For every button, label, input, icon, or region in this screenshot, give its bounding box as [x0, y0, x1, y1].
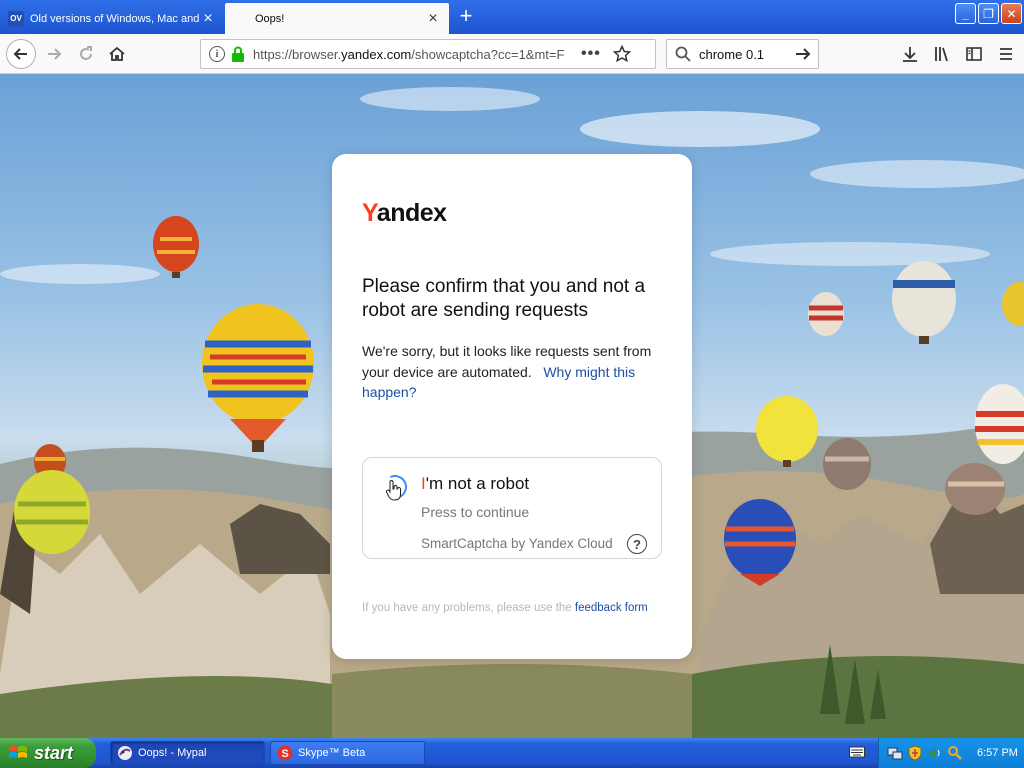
page-description: We're sorry, but it looks like requests … [362, 343, 652, 400]
not-a-robot-checkbox[interactable]: I'm not a robot Press to continue SmartC… [362, 457, 662, 559]
svg-text:S: S [281, 748, 288, 760]
search-input[interactable]: chrome 0.1 [699, 47, 794, 62]
search-tray-icon[interactable] [947, 745, 963, 761]
feedback-note: If you have any problems, please use the… [362, 602, 648, 614]
search-go-arrow-icon[interactable] [794, 45, 812, 63]
new-tab-button[interactable]: + [455, 5, 477, 27]
windows-flag-icon [9, 746, 27, 758]
not-a-robot-label: I'm not a robot [421, 474, 530, 493]
page-heading: Please confirm that you and not a robot … [362, 276, 646, 321]
network-icon[interactable] [887, 745, 903, 761]
yandex-logo: Yandex [362, 199, 447, 227]
library-button[interactable] [930, 40, 954, 68]
download-icon [903, 47, 917, 62]
taskbar-item-mypal[interactable]: Oops! - Mypal [110, 741, 265, 765]
menu-button[interactable] [994, 40, 1018, 68]
home-button[interactable] [103, 40, 131, 68]
site-info-icon[interactable]: i [209, 46, 225, 62]
volume-icon[interactable] [927, 745, 943, 761]
hand-cursor-icon [385, 480, 401, 501]
bookmark-star-icon[interactable] [612, 45, 631, 63]
captcha-card: Yandex Please confirm that you and not a… [332, 154, 692, 659]
feedback-form-link[interactable]: feedback form [575, 602, 648, 614]
search-icon [675, 46, 691, 62]
press-to-continue-text: Press to continue [421, 504, 530, 520]
forward-arrow-icon [48, 48, 62, 60]
security-shield-icon[interactable] [907, 745, 923, 761]
navigation-toolbar: i https://browser.yandex.com/showcaptcha… [0, 34, 1024, 74]
close-tab-icon[interactable]: × [425, 10, 441, 27]
clock: 6:57 PM [977, 747, 1018, 759]
start-button[interactable]: start [0, 738, 96, 768]
taskbar-item-label: Oops! - Mypal [138, 747, 207, 759]
sidebar-icon [966, 47, 982, 61]
minimize-button[interactable]: _ [955, 3, 976, 24]
close-tab-icon[interactable]: × [200, 10, 216, 27]
toolbar-icons [898, 40, 1018, 68]
address-bar[interactable]: i https://browser.yandex.com/showcaptcha… [200, 39, 656, 69]
page-actions-icon[interactable]: ••• [581, 45, 601, 63]
start-label: start [34, 742, 74, 763]
hamburger-menu-icon [1000, 48, 1012, 60]
url-text: https://browser.yandex.com/showcaptcha?c… [253, 46, 565, 62]
reload-icon [80, 46, 92, 60]
keyboard-layout-icon[interactable] [849, 745, 865, 759]
taskbar-item-label: Skype™ Beta [298, 747, 366, 759]
oldversion-favicon-icon: OV [8, 10, 24, 27]
back-button[interactable] [6, 39, 36, 69]
library-icon [935, 47, 948, 62]
window-controls: _ ❐ ✕ [955, 3, 1022, 24]
sidebar-button[interactable] [962, 40, 986, 68]
reload-button[interactable] [72, 40, 100, 68]
help-question-icon[interactable]: ? [627, 534, 647, 554]
restore-button[interactable]: ❐ [978, 3, 999, 24]
tab-strip: OV Old versions of Windows, Mac and × Oo… [0, 0, 1024, 34]
forward-button[interactable] [40, 40, 68, 68]
taskbar-item-skype[interactable]: S Skype™ Beta [270, 741, 425, 765]
downloads-button[interactable] [898, 40, 922, 68]
close-window-button[interactable]: ✕ [1001, 3, 1022, 24]
tab-oops[interactable]: Oops! × [225, 3, 449, 34]
taskbar: start Oops! - Mypal S Skype™ Beta 6:57 P… [0, 738, 1024, 768]
tab-title: Oops! [255, 12, 285, 25]
search-bar[interactable]: chrome 0.1 [666, 39, 819, 69]
home-icon [109, 46, 125, 61]
tab-title: Old versions of Windows, Mac and [30, 12, 200, 25]
system-tray: 6:57 PM [878, 738, 1024, 768]
page-content: Yandex Please confirm that you and not a… [0, 74, 1024, 738]
lock-icon [232, 46, 244, 62]
back-arrow-icon [13, 48, 27, 60]
mypal-icon [118, 746, 132, 760]
skype-icon: S [277, 745, 293, 761]
smartcaptcha-provider-text: SmartCaptcha by Yandex Cloud [421, 536, 613, 551]
tab-old-versions[interactable]: OV Old versions of Windows, Mac and × [0, 3, 224, 34]
